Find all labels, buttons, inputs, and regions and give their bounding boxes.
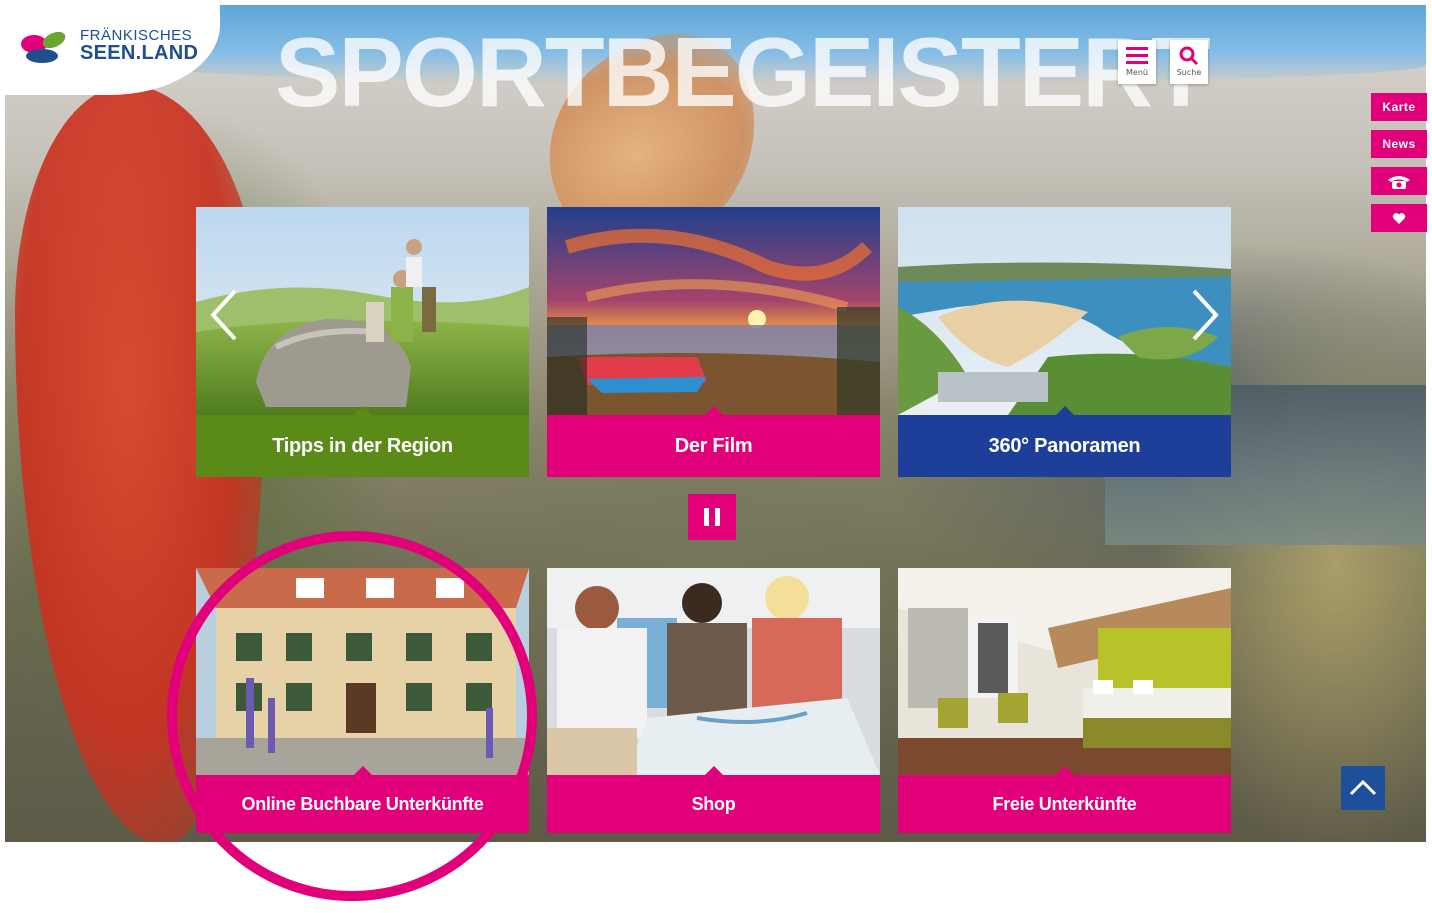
- tile-tips-photo: [196, 207, 529, 415]
- carousel-pause-button[interactable]: [688, 494, 736, 540]
- tile-free-rooms-label: Freie Unterkünfte: [898, 775, 1231, 833]
- tile-tips-notch: [354, 406, 372, 415]
- back-to-top-button[interactable]: [1341, 766, 1385, 810]
- side-tab-news[interactable]: News: [1371, 130, 1427, 158]
- pause-icon-bar-right: [715, 508, 720, 526]
- chevron-up-icon: [1349, 779, 1377, 796]
- hero-headline: SPORTBEGEISTERT: [275, 17, 1211, 127]
- search-label: Suche: [1176, 68, 1202, 77]
- hamburger-icon: [1126, 47, 1148, 64]
- side-tabs: Karte News: [1371, 93, 1427, 241]
- tile-panorama-photo: [898, 207, 1231, 415]
- carousel-next-button[interactable]: [1184, 287, 1224, 343]
- side-tab-favorites[interactable]: [1371, 204, 1427, 232]
- tile-panorama-notch: [1056, 406, 1074, 415]
- search-icon: [1179, 46, 1199, 66]
- side-tab-map[interactable]: Karte: [1371, 93, 1427, 121]
- pause-icon-bar-left: [704, 508, 709, 526]
- tile-shop-label: Shop: [547, 775, 880, 833]
- carousel-prev-button[interactable]: [205, 287, 245, 343]
- tile-shop-photo: [547, 568, 880, 775]
- tile-panorama-label: 360° Panoramen: [898, 415, 1231, 477]
- menu-label: Menü: [1126, 68, 1148, 77]
- chevron-right-icon: [1192, 289, 1219, 341]
- tile-film-photo: [547, 207, 880, 415]
- search-button[interactable]: Suche: [1170, 40, 1208, 84]
- tile-tips-label: Tipps in der Region: [196, 415, 529, 477]
- logo-text-line2: SEEN.LAND: [80, 42, 199, 64]
- side-tab-phone[interactable]: [1371, 167, 1427, 195]
- tile-film-notch: [705, 406, 723, 415]
- menu-button[interactable]: Menü: [1118, 40, 1156, 84]
- chevron-left-icon: [210, 289, 237, 341]
- tile-shop-notch: [705, 766, 723, 775]
- tile-film-label: Der Film: [547, 415, 880, 477]
- tile-free-rooms-photo: [898, 568, 1231, 775]
- highlight-circle-annotation: [167, 531, 537, 901]
- heart-icon: [1392, 213, 1406, 225]
- tile-free-rooms-notch: [1056, 766, 1074, 775]
- phone-icon: [1388, 175, 1410, 189]
- logo-leaf-icon: [21, 31, 66, 63]
